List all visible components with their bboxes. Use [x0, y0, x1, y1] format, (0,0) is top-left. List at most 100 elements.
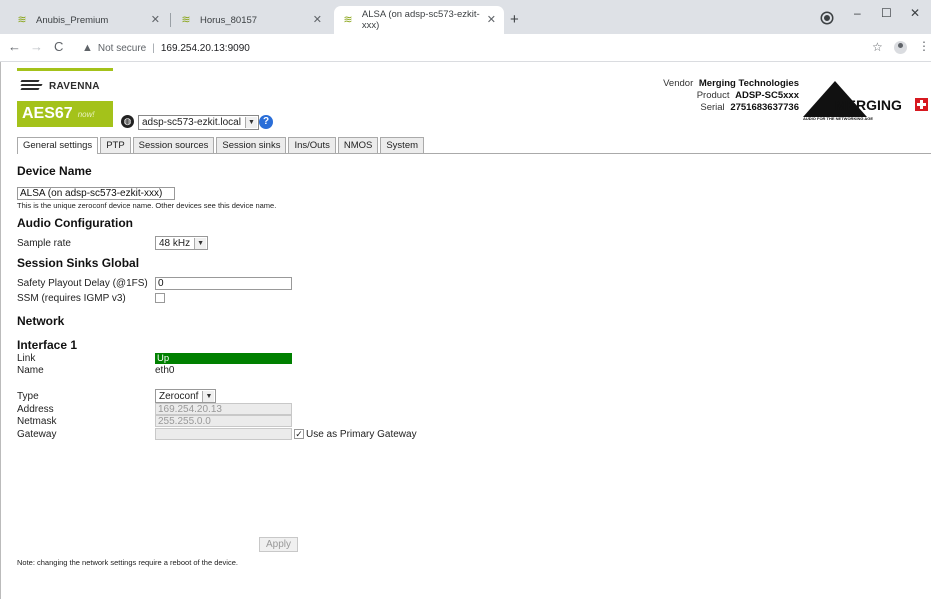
- address-label: Address: [17, 403, 54, 415]
- tab-system[interactable]: System: [380, 137, 425, 153]
- vendor-label: Vendor: [663, 78, 694, 89]
- ravenna-logo-text: RAVENNA: [49, 80, 100, 92]
- link-status-bar: Up: [155, 352, 292, 364]
- browser-tab-title: Anubis_Premium: [36, 14, 109, 26]
- ssm-checkbox[interactable]: [155, 293, 165, 303]
- tab-general-settings[interactable]: General settings: [17, 137, 99, 154]
- netmask-row: Netmask 255.255.0.0: [17, 415, 917, 427]
- profile-avatar-icon[interactable]: [894, 41, 907, 54]
- tab-session-sinks[interactable]: Session sinks: [216, 137, 287, 153]
- close-tab-icon[interactable]: ✕: [151, 13, 160, 26]
- merging-logo-text: MERGING: [835, 97, 902, 113]
- help-icon[interactable]: ?: [259, 115, 273, 129]
- tab-ptp[interactable]: PTP: [100, 137, 131, 153]
- warning-icon[interactable]: ▲: [82, 42, 93, 54]
- playout-delay-input[interactable]: 0: [155, 276, 292, 290]
- chevron-down-icon: ▼: [244, 117, 257, 128]
- page: RAVENNA AES67 now! ◍ adsp-sc573-ezkit.lo…: [0, 62, 931, 599]
- browser-tabstrip: ≋ Anubis_Premium ✕ ≋ Horus_80157 ✕ ≋ ALS…: [0, 0, 931, 34]
- forward-icon[interactable]: →: [30, 39, 43, 54]
- iface-name-value: eth0: [155, 364, 175, 376]
- close-tab-icon[interactable]: ✕: [487, 13, 496, 26]
- general-settings-panel: Device Name ALSA (on adsp-sc573-ezkit-xx…: [17, 162, 917, 567]
- netmask-input[interactable]: 255.255.0.0: [155, 415, 292, 427]
- playout-delay-label: Safety Playout Delay (@1FS): [17, 277, 148, 289]
- ravenna-waves-icon: [20, 79, 43, 93]
- serial-label: Serial: [700, 102, 725, 113]
- playout-delay-row: Safety Playout Delay (@1FS) 0: [17, 276, 917, 290]
- device-name-heading: Device Name: [17, 164, 92, 178]
- sample-rate-label: Sample rate: [17, 237, 71, 249]
- gateway-input[interactable]: [155, 428, 292, 440]
- aes67-now-text: now!: [77, 109, 95, 119]
- browser-tab-title: Horus_80157: [200, 14, 258, 26]
- primary-gateway-checkbox[interactable]: ✓: [294, 429, 304, 439]
- product-label: Product: [696, 90, 730, 101]
- chevron-down-icon: ▼: [194, 237, 207, 249]
- apply-button[interactable]: Apply: [259, 537, 299, 552]
- ravenna-logo: RAVENNA: [17, 71, 113, 101]
- url-text[interactable]: 169.254.20.13:9090: [161, 43, 250, 54]
- merging-logo: MERGING AUDIO FOR THE NETWORKING AGE: [801, 77, 931, 121]
- ssm-label: SSM (requires IGMP v3): [17, 292, 126, 304]
- browser-tab-title: ALSA (on adsp-sc573-ezkit-xxx): [361, 9, 480, 31]
- aes67-logo-text: AES67: [22, 105, 73, 122]
- more-menu-icon[interactable]: ⋮: [918, 39, 930, 53]
- ravenna-favicon-icon: ≋: [17, 14, 27, 26]
- minimize-icon[interactable]: –: [854, 6, 861, 20]
- primary-gateway-label: Use as Primary Gateway: [306, 428, 417, 440]
- link-label: Link: [17, 352, 36, 364]
- merging-tagline: AUDIO FOR THE NETWORKING AGE: [803, 116, 873, 121]
- bookmark-star-icon[interactable]: ☆: [872, 40, 883, 54]
- netmask-label: Netmask: [17, 415, 57, 427]
- tab-nmos[interactable]: NMOS: [337, 137, 379, 153]
- browser-tab-anubis[interactable]: ≋ Anubis_Premium ✕: [8, 6, 168, 34]
- new-tab-icon[interactable]: +: [510, 11, 519, 28]
- gateway-row: Gateway ✓ Use as Primary Gateway: [17, 427, 917, 441]
- address-input[interactable]: 169.254.20.13: [155, 403, 292, 415]
- type-label: Type: [17, 390, 39, 402]
- tab-session-sources[interactable]: Session sources: [132, 137, 215, 153]
- network-heading: Network: [17, 314, 65, 328]
- browser-tab-alsa[interactable]: ≋ ALSA (on adsp-sc573-ezkit-xxx) ✕: [334, 6, 504, 34]
- audio-config-heading: Audio Configuration: [17, 216, 133, 230]
- host-select-value: adsp-sc573-ezkit.local: [142, 117, 241, 128]
- address-row: Address 169.254.20.13: [17, 403, 917, 415]
- maximize-icon[interactable]: ☐: [881, 6, 892, 20]
- browser-toolbar: ← → C ▲ Not secure | 169.254.20.13:9090 …: [0, 34, 931, 62]
- device-info: Vendor Merging Technologies Product ADSP…: [663, 78, 799, 114]
- ravenna-favicon-icon: ≋: [181, 14, 191, 26]
- sample-rate-row: Sample rate 48 kHz ▼: [17, 236, 917, 250]
- address-bar[interactable]: ▲ Not secure | 169.254.20.13:9090: [82, 38, 842, 58]
- vendor-row: Vendor Merging Technologies: [663, 78, 799, 90]
- browser-tab-horus[interactable]: ≋ Horus_80157 ✕: [172, 6, 330, 34]
- serial-value: 2751683637736: [730, 102, 799, 113]
- link-row: Link Up: [17, 352, 917, 364]
- interface-heading: Interface 1: [17, 338, 78, 352]
- chevron-down-icon: ▼: [202, 390, 215, 402]
- record-indicator-icon[interactable]: [822, 13, 832, 23]
- type-row: Type Zeroconf ▼: [17, 389, 917, 403]
- type-value: Zeroconf: [159, 390, 199, 402]
- host-select[interactable]: adsp-sc573-ezkit.local ▼: [138, 115, 259, 130]
- device-name-input[interactable]: ALSA (on adsp-sc573-ezkit-xxx): [17, 187, 175, 200]
- serial-row: Serial 2751683637736: [663, 102, 799, 114]
- sample-rate-value: 48 kHz: [159, 237, 191, 249]
- omnibox-separator: |: [152, 42, 155, 54]
- security-label[interactable]: Not secure: [98, 43, 146, 54]
- aes67-logo: AES67 now!: [17, 101, 113, 127]
- back-icon[interactable]: ←: [8, 39, 21, 54]
- product-row: Product ADSP-SC5xxx: [663, 90, 799, 102]
- device-name-help: This is the unique zeroconf device name.…: [17, 201, 277, 210]
- tab-separator: [170, 13, 171, 27]
- vendor-value: Merging Technologies: [698, 78, 799, 89]
- ravenna-favicon-icon: ≋: [343, 14, 353, 26]
- close-tab-icon[interactable]: ✕: [313, 13, 322, 26]
- gateway-label: Gateway: [17, 428, 57, 440]
- type-select[interactable]: Zeroconf ▼: [155, 389, 217, 403]
- reload-icon[interactable]: C: [54, 39, 63, 54]
- iface-name-row: Name eth0: [17, 364, 917, 376]
- sample-rate-select[interactable]: 48 kHz ▼: [155, 236, 209, 250]
- tab-ins-outs[interactable]: Ins/Outs: [288, 137, 336, 153]
- window-close-icon[interactable]: ✕: [910, 6, 920, 20]
